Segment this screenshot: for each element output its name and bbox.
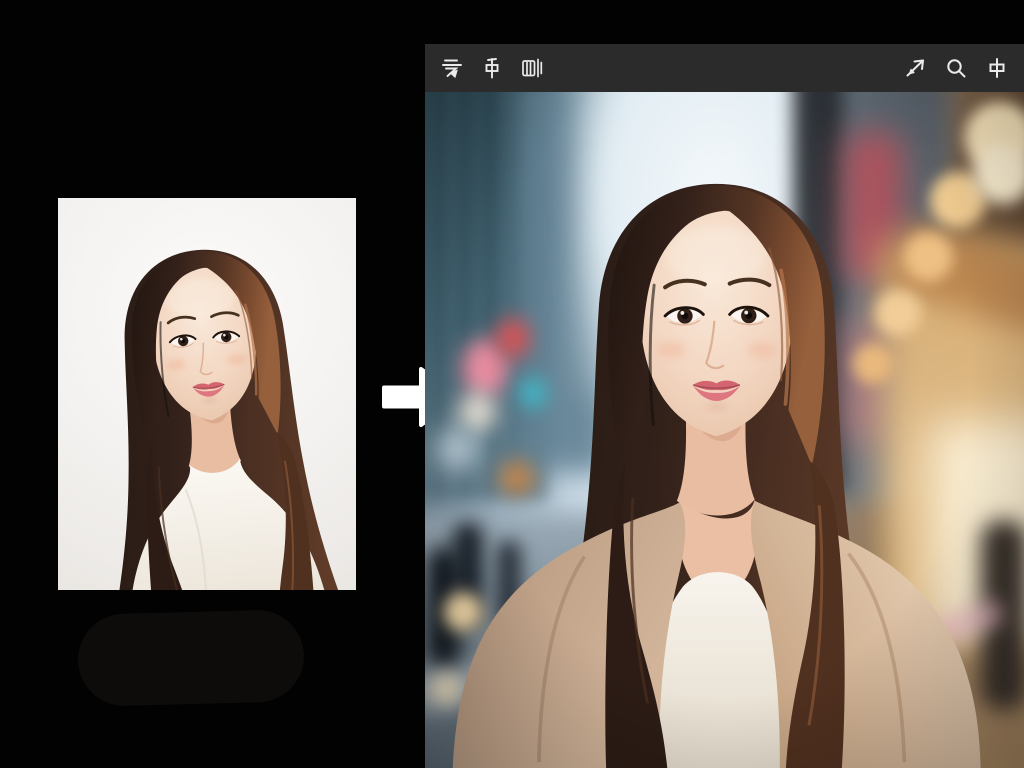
faint-reflection-blob [77,609,305,707]
toolbar-left-group [439,55,545,81]
toolbar-right-group [902,55,1010,81]
toolbar [425,44,1024,92]
before-portrait-illustration [58,204,356,590]
cjk-zhong-icon[interactable] [984,55,1010,81]
before-photo [58,198,356,590]
vignette-overlay [425,92,1024,768]
cjk-glyph-zhong-hook-icon[interactable] [479,55,505,81]
editor-panel [425,44,1024,768]
after-photo [425,92,1024,768]
search-icon[interactable] [943,55,969,81]
cjk-glyph-boxed-lines-icon[interactable] [519,55,545,81]
send-icon[interactable] [902,55,928,81]
cjk-glyph-yun-icon[interactable] [439,55,465,81]
